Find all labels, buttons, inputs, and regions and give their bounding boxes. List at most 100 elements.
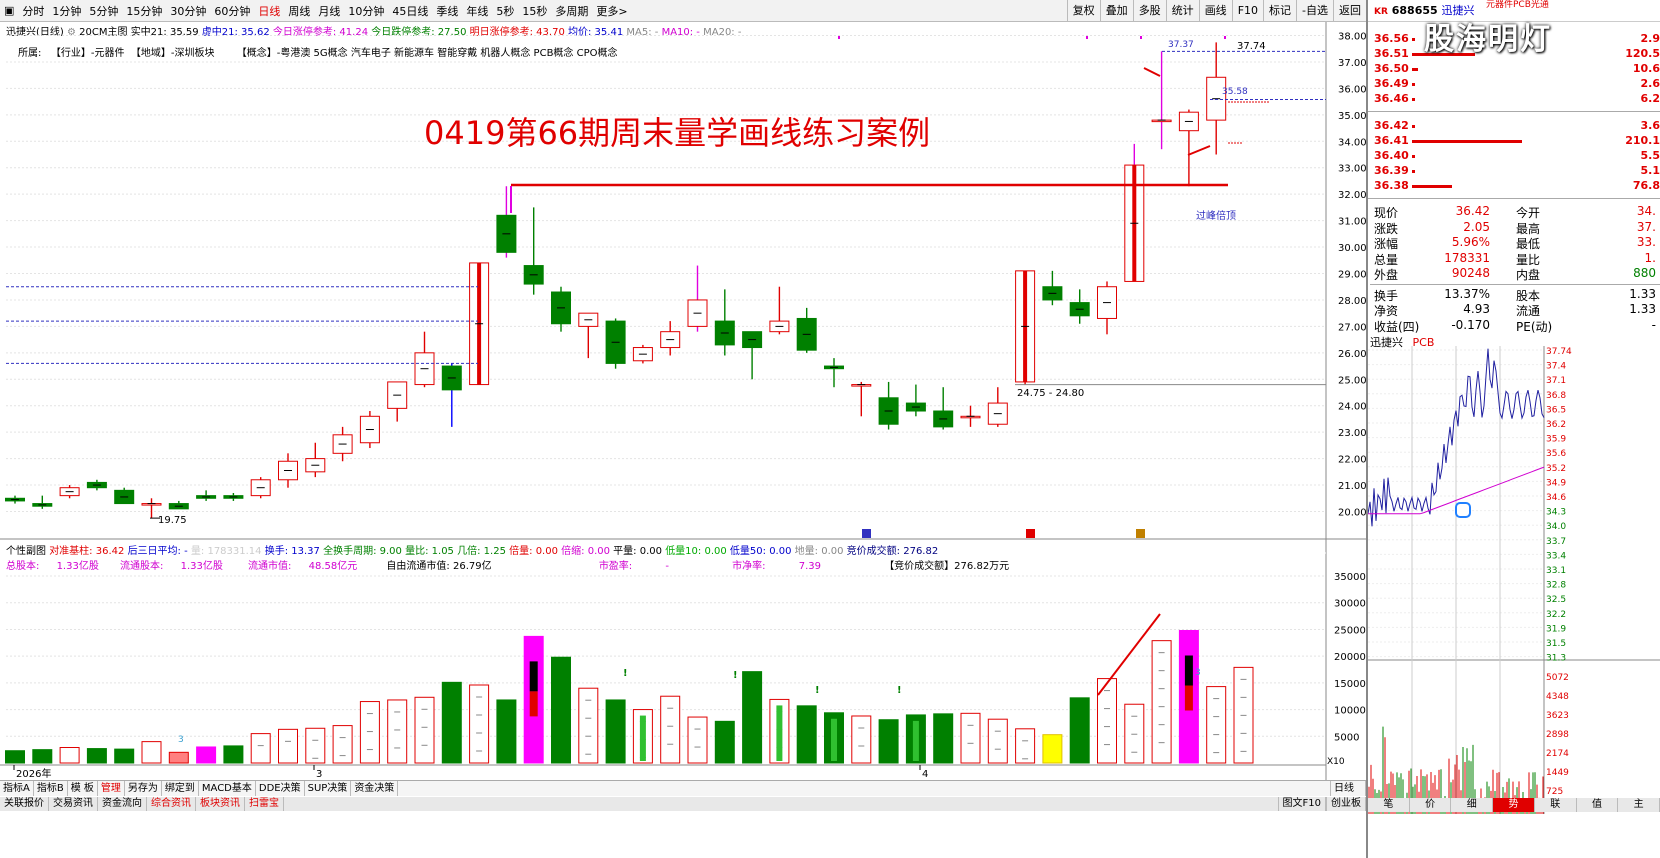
candle[interactable]	[1070, 289, 1089, 323]
indicator-tab[interactable]: 管理	[98, 781, 125, 796]
candle[interactable]	[1016, 271, 1035, 385]
volume-bar[interactable]	[743, 672, 762, 763]
volume-bar[interactable]	[442, 682, 461, 763]
volume-bar[interactable]	[6, 751, 25, 763]
volume-bar[interactable]	[1016, 729, 1035, 763]
volume-bar[interactable]	[333, 726, 352, 763]
screenshot-tool-icon[interactable]	[1456, 503, 1470, 517]
volume-bar[interactable]	[497, 700, 516, 763]
candle[interactable]	[470, 263, 489, 385]
candle[interactable]	[360, 411, 379, 448]
indicator-tab[interactable]: 绑定到	[162, 781, 199, 796]
volume-bar[interactable]	[60, 748, 79, 763]
intraday-chart[interactable]: 37.74 37.4 37.1 36.8 36.5 36.2 35.9 35.6 35.2 34.…	[1368, 346, 1660, 814]
candle[interactable]	[251, 477, 270, 498]
volume-bar[interactable]	[934, 714, 953, 763]
bottom-period-label[interactable]: 日线	[1330, 781, 1366, 796]
candle[interactable]	[1125, 144, 1144, 282]
candle[interactable]	[306, 443, 325, 477]
volume-bar[interactable]	[197, 747, 216, 763]
volume-bar[interactable]	[661, 696, 680, 763]
event-marker-icon[interactable]	[1026, 529, 1035, 538]
candle[interactable]	[1043, 271, 1062, 305]
volume-bar[interactable]	[633, 710, 652, 763]
volume-bar[interactable]	[115, 749, 134, 763]
quote-tab[interactable]: 细	[1451, 798, 1493, 812]
indicator-tab[interactable]: 资金决策	[351, 781, 398, 796]
volume-bar[interactable]	[552, 657, 571, 763]
status-tab[interactable]: 扫雷宝	[245, 797, 284, 811]
candle[interactable]	[770, 287, 789, 335]
candle[interactable]	[442, 363, 461, 426]
candle[interactable]	[1152, 51, 1171, 149]
event-marker-icon[interactable]	[862, 529, 871, 538]
candle[interactable]	[825, 358, 844, 387]
candle[interactable]	[1098, 281, 1117, 334]
volume-bar[interactable]	[715, 721, 734, 763]
volume-bar[interactable]	[961, 713, 980, 763]
volume-bar[interactable]	[825, 713, 844, 763]
volume-bar[interactable]	[606, 700, 625, 763]
quote-tab[interactable]: 势	[1493, 798, 1535, 812]
candle[interactable]	[879, 382, 898, 430]
candle[interactable]	[224, 493, 243, 501]
volume-bar[interactable]	[1179, 631, 1198, 763]
candle[interactable]	[87, 480, 106, 491]
quote-tab[interactable]: 价	[1410, 798, 1452, 812]
candle[interactable]	[60, 485, 79, 498]
event-marker-icon[interactable]	[1136, 529, 1145, 538]
indicator-tab[interactable]: DDE决策	[256, 781, 305, 796]
candle[interactable]	[633, 345, 652, 364]
volume-bar[interactable]	[579, 688, 598, 763]
candle[interactable]	[743, 332, 762, 380]
indicator-name[interactable]: 个性副图	[6, 546, 46, 557]
candle[interactable]	[988, 387, 1007, 427]
volume-bar[interactable]	[906, 715, 925, 763]
indicator-tab[interactable]: 指标B	[34, 781, 68, 796]
candle[interactable]	[606, 318, 625, 368]
candle[interactable]	[715, 289, 734, 355]
volume-bar[interactable]	[251, 734, 270, 763]
volume-bar[interactable]	[879, 720, 898, 763]
volume-bar[interactable]	[797, 706, 816, 763]
volume-bar[interactable]	[279, 729, 298, 763]
candle[interactable]	[579, 313, 598, 358]
candle[interactable]	[115, 488, 134, 504]
volume-bar[interactable]	[1043, 735, 1062, 763]
candle[interactable]	[797, 308, 816, 353]
volume-bar[interactable]	[415, 697, 434, 763]
status-tab[interactable]: 交易资讯	[49, 797, 98, 811]
volume-bar[interactable]	[169, 752, 188, 763]
candle[interactable]	[33, 496, 52, 509]
volume-bar[interactable]	[1207, 687, 1226, 763]
candle[interactable]	[552, 287, 571, 332]
candle[interactable]	[1179, 110, 1198, 187]
candle[interactable]	[415, 332, 434, 388]
candle[interactable]	[497, 186, 516, 257]
candle[interactable]	[169, 501, 188, 509]
quote-tab[interactable]: 值	[1577, 798, 1619, 812]
volume-bar[interactable]	[524, 636, 543, 763]
candle[interactable]	[197, 490, 216, 501]
volume-bar[interactable]	[1125, 704, 1144, 763]
candle[interactable]	[906, 385, 925, 417]
volume-bar[interactable]	[1152, 641, 1171, 763]
status-tab[interactable]: 关联报价	[0, 797, 49, 811]
volume-bar[interactable]	[388, 700, 407, 763]
volume-bar[interactable]	[1070, 698, 1089, 763]
status-tab[interactable]: 综合资讯	[147, 797, 196, 811]
quote-tab[interactable]: 主	[1618, 798, 1660, 812]
indicator-tab[interactable]: 另存为	[125, 781, 162, 796]
volume-bar[interactable]	[852, 716, 871, 763]
indicator-tab[interactable]: 指标A	[0, 781, 34, 796]
quote-tab[interactable]: 笔	[1368, 798, 1410, 812]
status-f10[interactable]: 图文F10	[1278, 797, 1326, 811]
candle[interactable]	[388, 382, 407, 422]
candle[interactable]	[1207, 42, 1226, 154]
status-tab[interactable]: 板块资讯	[196, 797, 245, 811]
volume-bar[interactable]	[87, 749, 106, 763]
volume-bar[interactable]	[688, 717, 707, 763]
candle[interactable]	[961, 406, 980, 427]
quote-tab[interactable]: 联	[1535, 798, 1577, 812]
indicator-tab[interactable]: 模 板	[68, 781, 98, 796]
